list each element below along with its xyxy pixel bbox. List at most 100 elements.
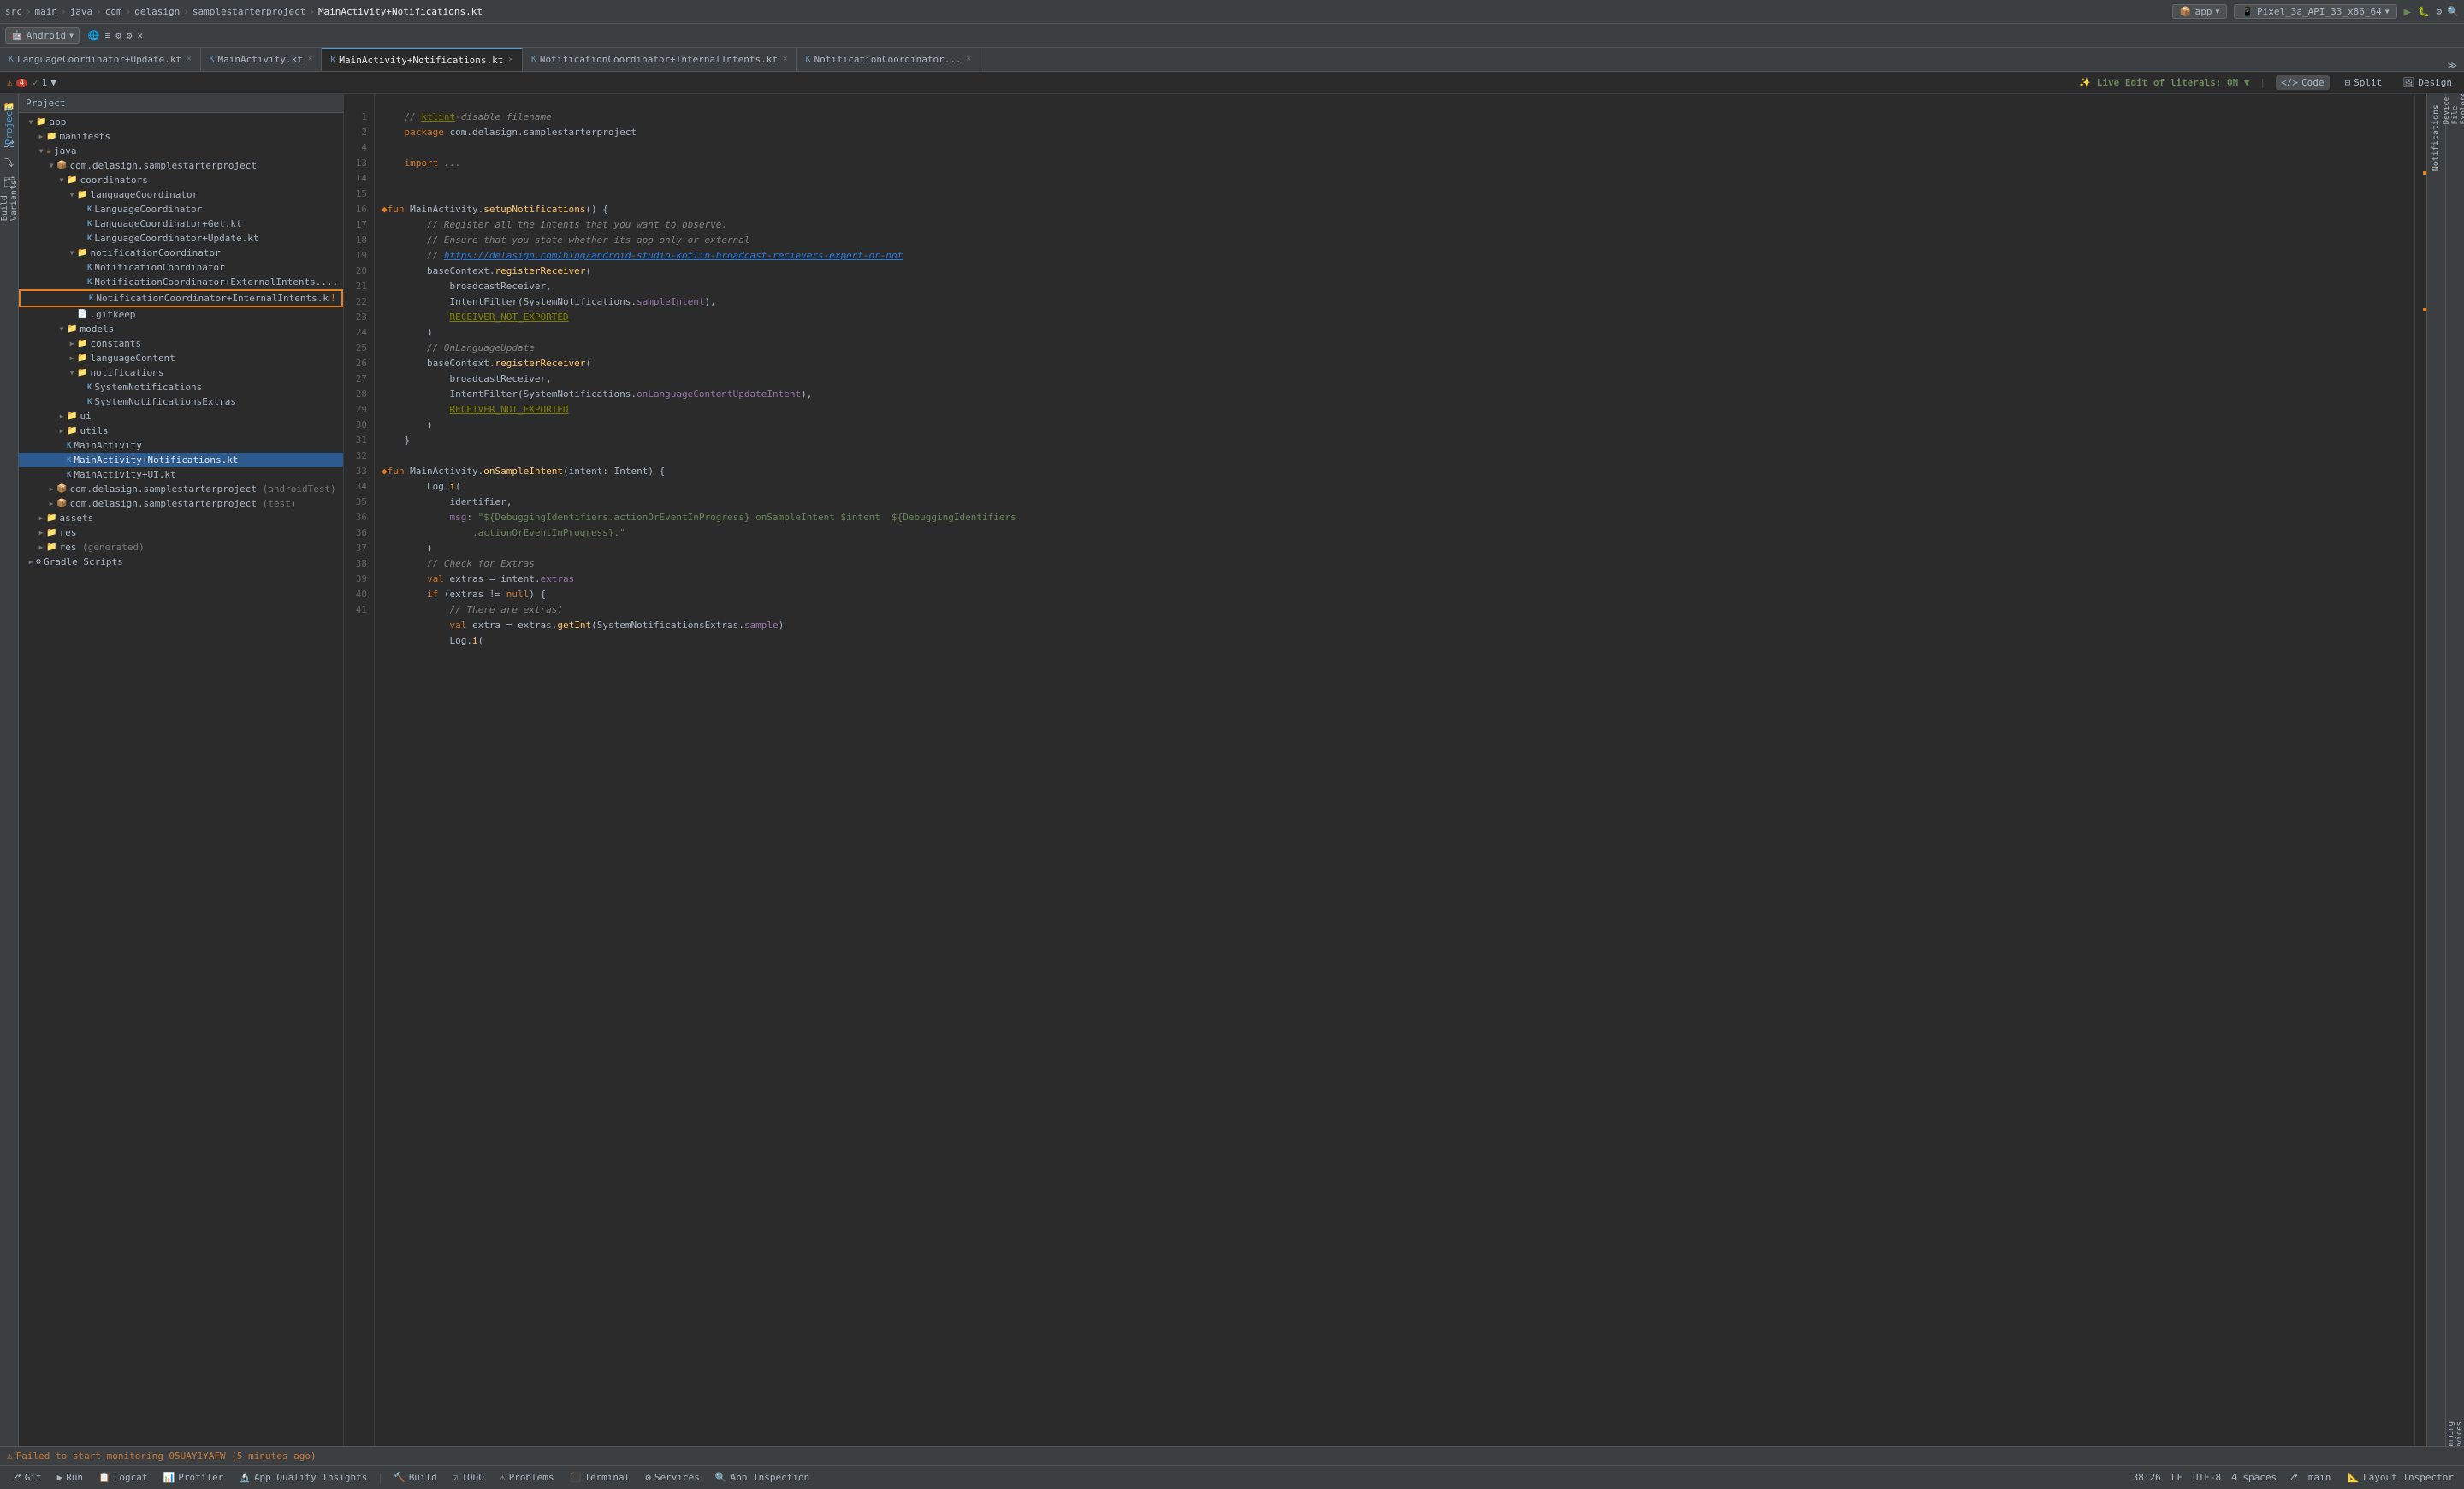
tree-item-notification-coordinator-external[interactable]: ▶ K NotificationCoordinator+ExternalInte… bbox=[19, 275, 343, 289]
code-line bbox=[382, 171, 2408, 187]
tree-item-res[interactable]: ▶ 📁 res bbox=[19, 525, 343, 540]
error-icon: ⚠ bbox=[7, 1450, 13, 1462]
tree-item-gradle-scripts[interactable]: ▶ ⚙ Gradle Scripts bbox=[19, 555, 343, 569]
settings-icon[interactable]: ⚙ bbox=[2437, 6, 2443, 17]
layout-inspector-button[interactable]: 📐 Layout Inspector bbox=[2341, 1470, 2461, 1485]
logcat-button[interactable]: 📋 Logcat bbox=[92, 1470, 154, 1485]
tree-item-ui[interactable]: ▶ 📁 ui bbox=[19, 409, 343, 424]
tree-item-test[interactable]: ▶ 📦 com.delasign.samplestarterproject (t… bbox=[19, 496, 343, 511]
tab-language-coordinator-update[interactable]: K LanguageCoordinator+Update.kt ✕ bbox=[0, 48, 201, 71]
project-tree[interactable]: ▼ 📁 app ▶ 📁 manifests ▼ ☕ java ▼ bbox=[19, 113, 343, 1446]
code-line: ◆fun MainActivity.setupNotifications() { bbox=[382, 202, 2408, 217]
profiler-button[interactable]: 📊 Profiler bbox=[157, 1470, 231, 1485]
expand-icon[interactable]: ▼ bbox=[50, 77, 56, 88]
tree-item-language-coordinator-get[interactable]: ▶ K LanguageCoordinator+Get.kt bbox=[19, 217, 343, 231]
tree-item-constants[interactable]: ▶ 📁 constants bbox=[19, 336, 343, 351]
run-tool-button[interactable]: ▶ Run bbox=[50, 1470, 91, 1485]
pull-requests-icon[interactable]: ⤵ bbox=[1, 154, 18, 171]
breadcrumb: src › main › java › com › delasign › sam… bbox=[5, 6, 483, 17]
folder-icon: 📁 bbox=[77, 353, 87, 363]
tree-item-main-activity[interactable]: ▶ K MainActivity bbox=[19, 438, 343, 453]
tab-close-3[interactable]: ✕ bbox=[508, 56, 512, 64]
kt-file-icon: K bbox=[87, 398, 92, 406]
tab-main-activity[interactable]: K MainActivity.kt ✕ bbox=[201, 48, 323, 71]
tree-item-assets[interactable]: ▶ 📁 assets bbox=[19, 511, 343, 525]
bc-delasign[interactable]: delasign bbox=[134, 6, 180, 17]
tree-item-utils[interactable]: ▶ 📁 utils bbox=[19, 424, 343, 438]
running-devices-icon[interactable]: Running Devices bbox=[2447, 1429, 2464, 1446]
android-selector[interactable]: 🤖 Android ▼ bbox=[5, 27, 80, 44]
tab-close-1[interactable]: ✕ bbox=[187, 55, 191, 63]
design-view-button[interactable]: 🖼 Design bbox=[2397, 75, 2457, 90]
todo-button[interactable]: ☑ TODO bbox=[446, 1470, 491, 1485]
tree-item-notifications-folder[interactable]: ▼ 📁 notifications bbox=[19, 365, 343, 380]
tree-item-gitkeep[interactable]: ▶ 📄 .gitkeep bbox=[19, 307, 343, 322]
folder-icon: 📁 bbox=[36, 117, 46, 127]
gutter-warning-1 bbox=[2423, 171, 2426, 175]
run-button[interactable]: ▶ bbox=[2404, 5, 2411, 19]
live-edit-toggle[interactable]: ✨ Live Edit of literals: ON ▼ bbox=[2079, 77, 2249, 88]
debug-button[interactable]: 🐛 bbox=[2418, 6, 2430, 17]
tab-main-activity-notifications[interactable]: K MainActivity+Notifications.kt ✕ bbox=[322, 48, 523, 71]
tab-notification-coordinator-ext[interactable]: K NotificationCoordinator... ✕ bbox=[797, 48, 980, 71]
tree-item-java[interactable]: ▼ ☕ java bbox=[19, 144, 343, 158]
search-icon[interactable]: 🔍 bbox=[2447, 6, 2459, 17]
tree-item-package[interactable]: ▼ 📦 com.delasign.samplestarterproject bbox=[19, 158, 343, 173]
bc-com[interactable]: com bbox=[105, 6, 122, 17]
tree-item-notification-coordinator-internal[interactable]: ▶ K NotificationCoordinator+InternalInte… bbox=[19, 289, 343, 307]
device-file-explorer-icon[interactable]: Device File Explorer bbox=[2447, 98, 2464, 115]
tab-close-4[interactable]: ✕ bbox=[783, 55, 787, 63]
bc-main[interactable]: main bbox=[35, 6, 58, 17]
tab-close-2[interactable]: ✕ bbox=[308, 55, 312, 63]
folder-icon: 📁 bbox=[77, 368, 87, 377]
tree-item-notification-coordinator-folder[interactable]: ▼ 📁 notificationCoordinator bbox=[19, 246, 343, 260]
app-selector[interactable]: 📦 app ▼ bbox=[2172, 4, 2227, 19]
tree-item-android-test[interactable]: ▶ 📦 com.delasign.samplestarterproject (a… bbox=[19, 482, 343, 496]
bc-project[interactable]: samplestarterproject bbox=[192, 6, 305, 17]
bc-file[interactable]: MainActivity+Notifications.kt bbox=[318, 6, 483, 17]
tree-item-language-coordinator[interactable]: ▶ K LanguageCoordinator bbox=[19, 202, 343, 217]
android-bar: 🤖 Android ▼ 🌐 ≡ ⚙ ⚙ ✕ bbox=[0, 24, 2464, 48]
filter-icon[interactable]: ⚙ bbox=[116, 30, 121, 41]
tree-item-manifests[interactable]: ▶ 📁 manifests bbox=[19, 129, 343, 144]
app-quality-button[interactable]: 🔬 App Quality Insights bbox=[232, 1470, 374, 1485]
tree-item-app[interactable]: ▼ 📁 app bbox=[19, 115, 343, 129]
tree-item-language-content[interactable]: ▶ 📁 languageContent bbox=[19, 351, 343, 365]
device-selector[interactable]: 📱 Pixel_3a_API_33_x86_64 ▼ bbox=[2234, 4, 2396, 19]
split-view-button[interactable]: ⊟ Split bbox=[2340, 75, 2388, 90]
project-icon[interactable]: Project bbox=[1, 116, 18, 133]
sync-icon[interactable]: 🌐 bbox=[88, 30, 100, 41]
tree-item-language-coordinator-update[interactable]: ▶ K LanguageCoordinator+Update.kt bbox=[19, 231, 343, 246]
tab-overflow-menu[interactable]: ≫ bbox=[2440, 60, 2464, 71]
code-view-button[interactable]: ≺/≻ Code bbox=[2276, 75, 2329, 90]
error-message: Failed to start monitoring 05UAY1YAFW (5… bbox=[16, 1450, 317, 1462]
code-line: // https://delasign.com/blog/android-stu… bbox=[382, 248, 2408, 264]
close-panel-icon[interactable]: ✕ bbox=[137, 30, 143, 41]
git-button[interactable]: ⎇ Git bbox=[3, 1470, 49, 1485]
code-area[interactable]: // ktlint-disable filename package com.d… bbox=[375, 94, 2414, 1446]
tree-item-language-coordinator-folder[interactable]: ▼ 📁 languageCoordinator bbox=[19, 187, 343, 202]
problems-button[interactable]: ⚠ Problems bbox=[493, 1470, 561, 1485]
notifications-label[interactable]: Notifications bbox=[2430, 101, 2443, 175]
app-inspection-button[interactable]: 🔍 App Inspection bbox=[708, 1470, 816, 1485]
code-line: Log.i( bbox=[382, 633, 2408, 649]
tab-notification-coordinator-internal[interactable]: K NotificationCoordinator+InternalIntent… bbox=[523, 48, 797, 71]
tab-close-5[interactable]: ✕ bbox=[967, 55, 971, 63]
collapse-icon[interactable]: ≡ bbox=[105, 30, 111, 41]
kt-file-icon: K bbox=[87, 264, 92, 272]
tree-item-notification-coordinator[interactable]: ▶ K NotificationCoordinator bbox=[19, 260, 343, 275]
tree-item-main-activity-notifications[interactable]: ▶ K MainActivity+Notifications.kt bbox=[19, 453, 343, 467]
tree-item-main-activity-ui[interactable]: ▶ K MainActivity+UI.kt bbox=[19, 467, 343, 482]
tree-item-coordinators[interactable]: ▼ 📁 coordinators bbox=[19, 173, 343, 187]
bc-java[interactable]: java bbox=[70, 6, 93, 17]
build-variants-icon[interactable]: Build Variants bbox=[1, 192, 18, 209]
settings-2-icon[interactable]: ⚙ bbox=[127, 30, 133, 41]
terminal-button[interactable]: ⬛ Terminal bbox=[563, 1470, 637, 1485]
build-button[interactable]: 🔨 Build bbox=[387, 1470, 444, 1485]
services-button[interactable]: ⚙ Services bbox=[638, 1470, 707, 1485]
tree-item-system-notifications[interactable]: ▶ K SystemNotifications bbox=[19, 380, 343, 394]
bc-src[interactable]: src bbox=[5, 6, 22, 17]
tree-item-models[interactable]: ▼ 📁 models bbox=[19, 322, 343, 336]
tree-item-res-generated[interactable]: ▶ 📁 res (generated) bbox=[19, 540, 343, 555]
tree-item-system-notifications-extras[interactable]: ▶ K SystemNotificationsExtras bbox=[19, 394, 343, 409]
